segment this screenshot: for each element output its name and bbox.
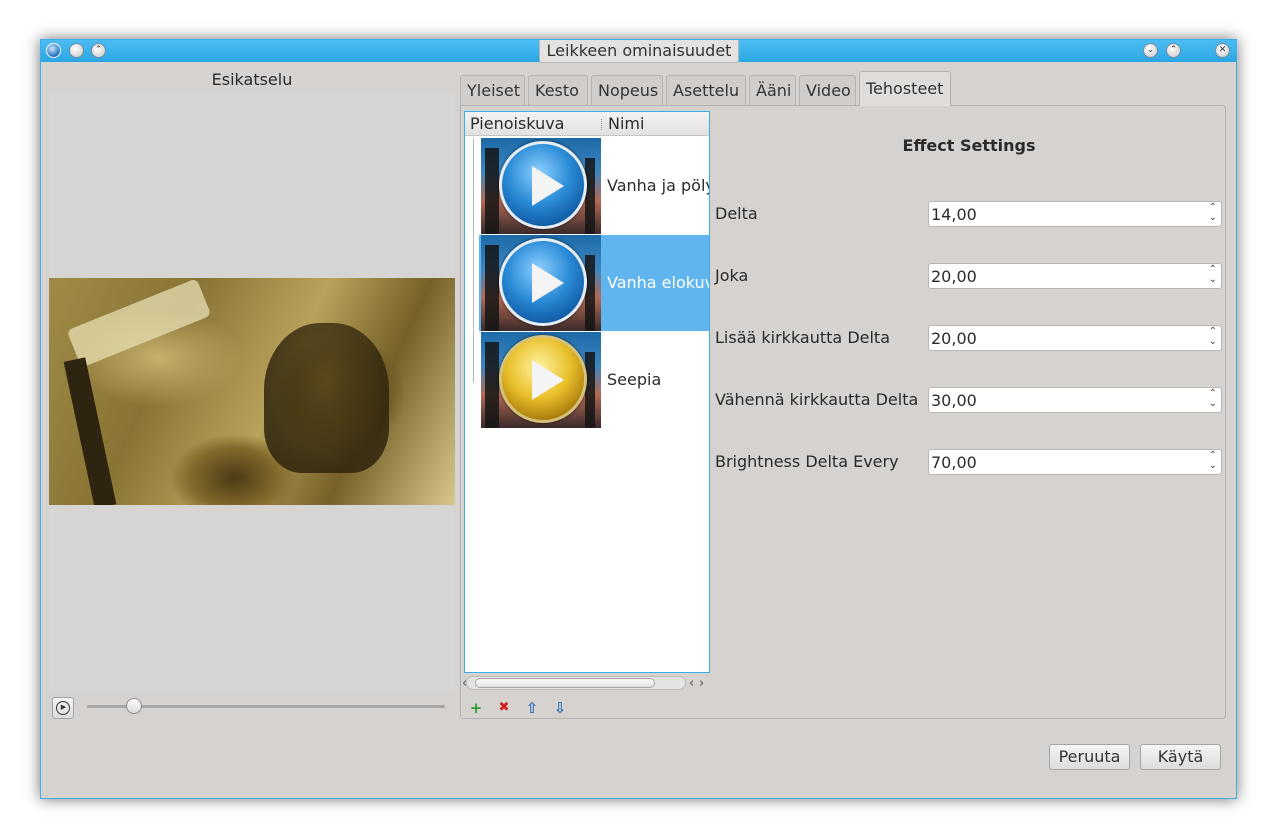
palm-silhouette <box>485 342 499 428</box>
brightness-every-input[interactable] <box>931 452 1201 472</box>
effect-thumbnail <box>481 332 601 428</box>
effects-list[interactable]: Pienoiskuva Nimi Vanha ja pölyinen <box>464 111 710 673</box>
delta-input[interactable] <box>931 204 1201 224</box>
effects-tab-panel: Pienoiskuva Nimi Vanha ja pölyinen <box>460 105 1226 719</box>
cat-shape <box>264 323 389 473</box>
every-label: Joka <box>715 266 749 285</box>
scroll-left-icon[interactable]: ‹ <box>689 676 694 691</box>
every-input[interactable] <box>931 266 1201 286</box>
scroll-right-icon[interactable]: › <box>699 676 704 691</box>
title-bar[interactable]: ⌃ Leikkeen ominaisuudet ⌄ ⌃ ✕ <box>41 40 1236 63</box>
preview-label: Esikatselu <box>211 70 293 89</box>
spin-arrows-icon[interactable]: ⌃ ⌄ <box>1209 327 1217 347</box>
spin-arrows-icon[interactable]: ⌃ ⌄ <box>1209 203 1217 223</box>
blue-play-orb-icon <box>499 238 587 326</box>
keep-above-icon[interactable]: ⌃ <box>91 43 106 58</box>
brightness-down-label: Vähennä kirkkautta Delta <box>715 390 919 409</box>
add-effect-icon[interactable]: + <box>466 698 486 718</box>
effect-name: Vanha elokuva <box>607 273 709 292</box>
tab-speed[interactable]: Nopeus <box>591 75 663 105</box>
scrollbar-thumb[interactable] <box>475 678 655 688</box>
brightness-every-spinbox[interactable]: ⌃⌄ <box>928 449 1222 475</box>
gold-play-orb-icon <box>499 335 587 423</box>
seek-slider-handle[interactable] <box>125 698 142 714</box>
column-thumbnail[interactable]: Pienoiskuva <box>470 114 564 133</box>
palm-silhouette <box>585 158 595 234</box>
tab-layout[interactable]: Asettelu <box>666 75 746 105</box>
brightness-down-spinbox[interactable]: ⌃⌄ <box>928 387 1222 413</box>
tab-general[interactable]: Yleiset <box>460 75 525 105</box>
app-icon[interactable] <box>46 43 61 58</box>
brightness-every-label: Brightness Delta Every <box>715 452 899 471</box>
column-name[interactable]: Nimi <box>608 114 644 133</box>
video-preview-frame <box>49 278 455 505</box>
palm-silhouette <box>585 352 595 428</box>
chair-leg <box>63 357 117 505</box>
delta-label: Delta <box>715 204 758 223</box>
close-icon[interactable]: ✕ <box>1215 43 1230 58</box>
palm-silhouette <box>485 148 499 234</box>
tab-audio[interactable]: Ääni <box>749 75 796 105</box>
apply-button[interactable]: Käytä <box>1140 744 1221 770</box>
spin-arrows-icon[interactable]: ⌃ ⌄ <box>1209 265 1217 285</box>
effect-thumbnail <box>481 138 601 234</box>
tab-effects[interactable]: Tehosteet <box>859 71 951 106</box>
play-button[interactable]: ▶ <box>52 697 74 719</box>
column-separator <box>601 119 602 130</box>
effect-name: Vanha ja pölyinen <box>607 176 709 195</box>
every-spinbox[interactable]: ⌃⌄ <box>928 263 1222 289</box>
effect-thumbnail <box>481 235 601 331</box>
brightness-up-label: Lisää kirkkautta Delta <box>715 328 890 347</box>
move-up-icon[interactable]: ⇧ <box>522 698 542 718</box>
spin-arrows-icon[interactable]: ⌃ ⌄ <box>1209 389 1217 409</box>
effect-item-sepia[interactable]: Seepia <box>479 332 709 428</box>
list-header: Pienoiskuva Nimi <box>465 112 709 136</box>
effect-item-old-dusty[interactable]: Vanha ja pölyinen <box>479 138 709 234</box>
tree-line <box>473 138 474 383</box>
effect-settings-title: Effect Settings <box>902 136 1036 155</box>
remove-effect-icon[interactable]: ✖ <box>494 698 514 718</box>
tab-duration[interactable]: Kesto <box>528 75 588 105</box>
move-down-icon[interactable]: ⇩ <box>550 698 570 718</box>
spin-arrows-icon[interactable]: ⌃ ⌄ <box>1209 451 1217 471</box>
effect-name: Seepia <box>607 370 662 389</box>
clip-properties-window: ⌃ Leikkeen ominaisuudet ⌄ ⌃ ✕ Esikatselu… <box>40 39 1237 799</box>
tab-video[interactable]: Video <box>799 75 856 105</box>
brightness-down-input[interactable] <box>931 390 1201 410</box>
chair-armrest <box>66 278 212 368</box>
play-icon: ▶ <box>56 701 70 715</box>
minimize-icon[interactable]: ⌄ <box>1143 43 1158 58</box>
effect-item-old-film[interactable]: Vanha elokuva <box>479 235 709 331</box>
maximize-icon[interactable]: ⌃ <box>1166 43 1181 58</box>
preview-area <box>49 91 455 692</box>
delta-spinbox[interactable]: ⌃⌄ <box>928 201 1222 227</box>
cancel-button[interactable]: Peruuta <box>1049 744 1130 770</box>
blue-play-orb-icon <box>499 141 587 229</box>
palm-silhouette <box>585 255 595 331</box>
list-horizontal-scrollbar[interactable] <box>466 676 686 690</box>
palm-silhouette <box>485 245 499 331</box>
brightness-up-spinbox[interactable]: ⌃⌄ <box>928 325 1222 351</box>
window-title: Leikkeen ominaisuudet <box>539 40 739 63</box>
menu-dot-icon[interactable] <box>69 43 84 58</box>
brightness-up-input[interactable] <box>931 328 1201 348</box>
